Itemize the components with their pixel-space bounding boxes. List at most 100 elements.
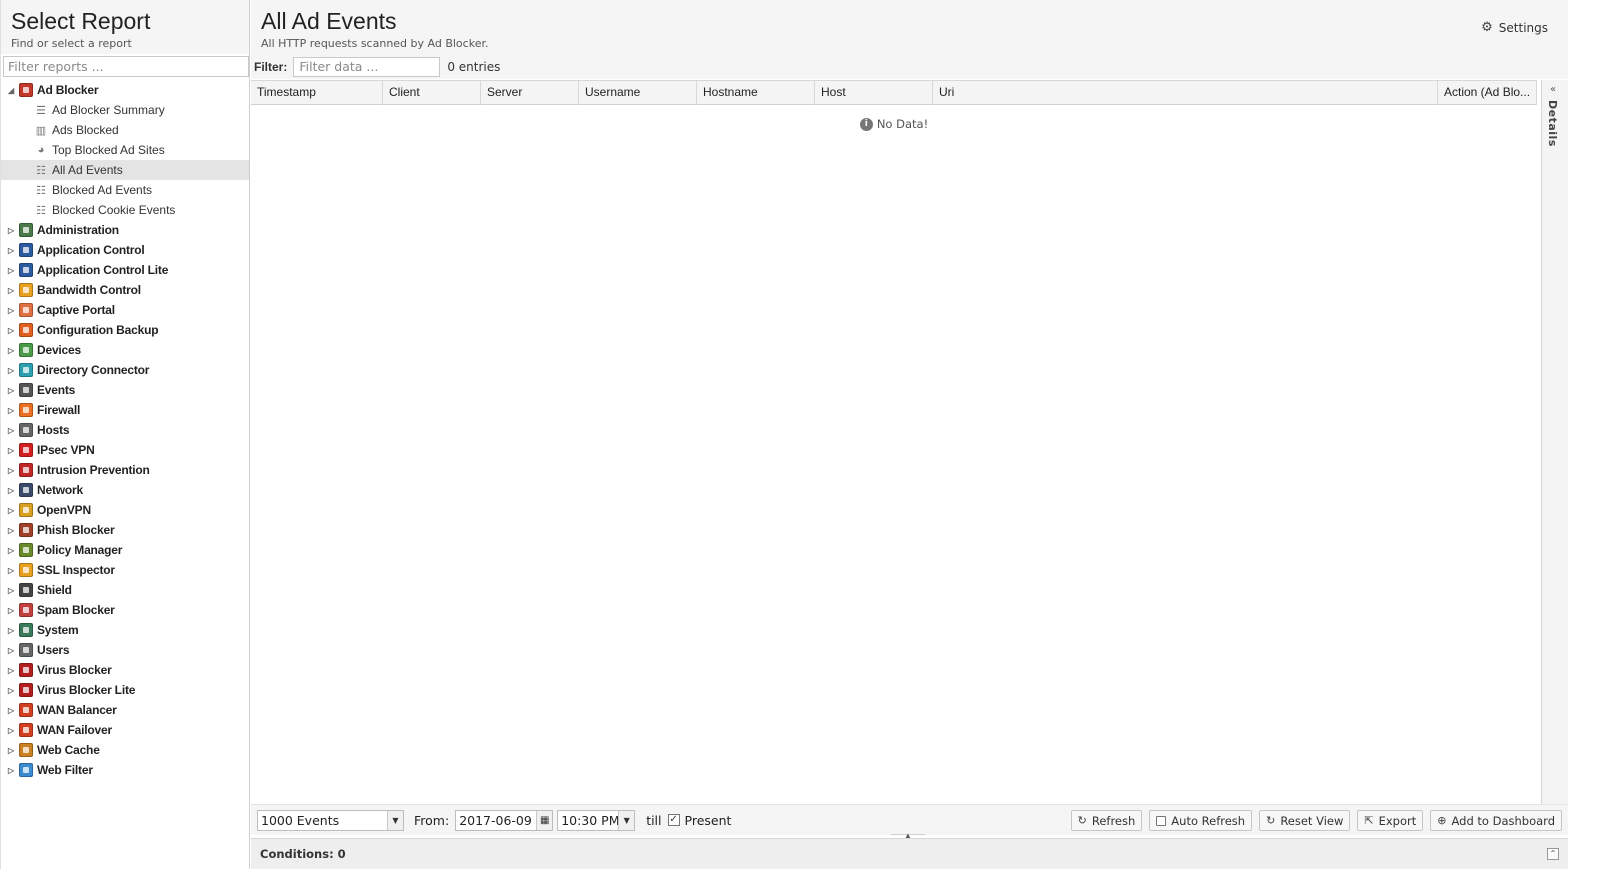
column-header[interactable]: Server [481, 81, 579, 105]
export-button[interactable]: ⇱ Export [1357, 810, 1424, 831]
expand-arrow-icon[interactable]: ▷ [7, 566, 15, 575]
tree-category[interactable]: ▷ Web Cache [1, 740, 249, 760]
expand-arrow-icon[interactable]: ▷ [7, 426, 15, 435]
expand-arrow-icon[interactable]: ▷ [7, 626, 15, 635]
expand-arrow-icon[interactable]: ▷ [7, 666, 15, 675]
window-margin-bottom [0, 869, 1599, 886]
expand-arrow-icon[interactable]: ▷ [7, 326, 15, 335]
expand-arrow-icon[interactable]: ▷ [7, 446, 15, 455]
data-filter-input[interactable] [293, 56, 441, 77]
expand-arrow-icon[interactable]: ▷ [7, 646, 15, 655]
tree-category[interactable]: ▷ Configuration Backup [1, 320, 249, 340]
tree-category[interactable]: ◢ Ad Blocker [1, 80, 249, 100]
tree-category[interactable]: ▷ Firewall [1, 400, 249, 420]
expand-arrow-icon[interactable]: ▷ [7, 306, 15, 315]
chevron-down-icon[interactable]: ▼ [387, 810, 403, 830]
expand-arrow-icon[interactable]: ▷ [7, 246, 15, 255]
tree-category[interactable]: ▷ Directory Connector [1, 360, 249, 380]
refresh-button[interactable]: ↻ Refresh [1070, 810, 1143, 831]
tree-category[interactable]: ▷ IPsec VPN [1, 440, 249, 460]
list-icon: ☷ [36, 184, 46, 197]
settings-button[interactable]: ⚙ Settings [1481, 20, 1548, 35]
report-item[interactable]: ☷ All Ad Events [1, 160, 249, 180]
report-item[interactable]: ▥ Ads Blocked [1, 120, 249, 140]
expand-arrow-icon[interactable]: ▷ [7, 466, 15, 475]
auto-refresh-button[interactable]: Auto Refresh [1149, 810, 1253, 831]
expand-arrow-icon[interactable]: ▷ [7, 366, 15, 375]
tree-category-label: Events [37, 383, 76, 397]
add-to-dashboard-button[interactable]: ⊕ Add to Dashboard [1430, 810, 1562, 831]
events-limit-select[interactable]: 1000 Events ▼ [257, 809, 404, 831]
reset-view-label: Reset View [1280, 813, 1344, 828]
expand-arrow-icon[interactable]: ▷ [7, 766, 15, 775]
tree-category[interactable]: ▷ Events [1, 380, 249, 400]
column-header[interactable]: Uri [933, 81, 1438, 105]
expand-arrow-icon[interactable]: ▷ [7, 526, 15, 535]
report-item[interactable]: ☷ Blocked Ad Events [1, 180, 249, 200]
report-item[interactable]: ☰ Ad Blocker Summary [1, 100, 249, 120]
report-item[interactable]: ☷ Blocked Cookie Events [1, 200, 249, 220]
tree-category[interactable]: ▷ Application Control Lite [1, 260, 249, 280]
tree-category[interactable]: ▷ Spam Blocker [1, 600, 249, 620]
tree-category[interactable]: ▷ Hosts [1, 420, 249, 440]
expand-arrow-icon[interactable]: ▷ [7, 606, 15, 615]
expand-arrow-icon[interactable]: ▷ [7, 226, 15, 235]
start-time-select[interactable]: 10:30 PM ▼ [557, 809, 636, 831]
tree-category[interactable]: ▷ Captive Portal [1, 300, 249, 320]
tree-category[interactable]: ▷ Devices [1, 340, 249, 360]
expand-arrow-icon[interactable]: ▷ [7, 546, 15, 555]
expand-arrow-icon[interactable]: ▷ [7, 286, 15, 295]
tree-category[interactable]: ▷ Phish Blocker [1, 520, 249, 540]
column-header[interactable]: Host [815, 81, 933, 105]
collapse-left-icon[interactable]: « [1550, 84, 1556, 95]
expand-arrow-icon[interactable]: ▷ [7, 726, 15, 735]
tree-category[interactable]: ▷ System [1, 620, 249, 640]
expand-arrow-icon[interactable]: ▷ [7, 706, 15, 715]
tree-category[interactable]: ▷ Shield [1, 580, 249, 600]
column-header[interactable]: Username [579, 81, 697, 105]
tree-category-label: Phish Blocker [37, 523, 115, 537]
tree-category[interactable]: ▷ Network [1, 480, 249, 500]
tree-category-label: Captive Portal [37, 303, 115, 317]
chevron-down-icon[interactable]: ▼ [618, 810, 635, 830]
calendar-icon[interactable]: ▦ [536, 810, 553, 830]
reset-view-button[interactable]: ↻ Reset View [1259, 810, 1351, 831]
expand-arrow-icon[interactable]: ▷ [7, 686, 15, 695]
expand-arrow-icon[interactable]: ▷ [7, 746, 15, 755]
expand-arrow-icon[interactable]: ▷ [7, 406, 15, 415]
tree-category[interactable]: ▷ Bandwidth Control [1, 280, 249, 300]
tree-category[interactable]: ▷ Intrusion Prevention [1, 460, 249, 480]
expand-arrow-icon[interactable]: ▷ [7, 386, 15, 395]
tree-category[interactable]: ▷ Virus Blocker Lite [1, 680, 249, 700]
from-label: From: [414, 812, 450, 828]
tree-category[interactable]: ▷ WAN Balancer [1, 700, 249, 720]
tree-category[interactable]: ▷ Application Control [1, 240, 249, 260]
app-icon [19, 283, 33, 297]
details-side-panel[interactable]: « Details [1541, 80, 1568, 804]
expand-up-icon[interactable]: ⌃ [1547, 848, 1559, 860]
tree-category-label: Spam Blocker [37, 603, 115, 617]
column-header[interactable]: Action (Ad Blo... [1438, 81, 1537, 105]
expand-arrow-icon[interactable]: ▷ [7, 486, 15, 495]
tree-category[interactable]: ▷ SSL Inspector [1, 560, 249, 580]
present-checkbox[interactable]: ✓ [667, 814, 680, 826]
collapse-arrow-icon[interactable]: ◢ [7, 86, 15, 95]
tree-category[interactable]: ▷ OpenVPN [1, 500, 249, 520]
report-item[interactable]: ◕ Top Blocked Ad Sites [1, 140, 249, 160]
report-filter-input[interactable] [3, 56, 249, 77]
tree-category[interactable]: ▷ Web Filter [1, 760, 249, 780]
expand-arrow-icon[interactable]: ▷ [7, 506, 15, 515]
expand-arrow-icon[interactable]: ▷ [7, 266, 15, 275]
column-header[interactable]: Timestamp [251, 81, 383, 105]
expand-arrow-icon[interactable]: ▷ [7, 346, 15, 355]
tree-category[interactable]: ▷ Virus Blocker [1, 660, 249, 680]
expand-arrow-icon[interactable]: ▷ [7, 586, 15, 595]
tree-category[interactable]: ▷ WAN Failover [1, 720, 249, 740]
start-date-field[interactable]: 2017-06-09 ▦ [455, 809, 554, 831]
tree-category[interactable]: ▷ Users [1, 640, 249, 660]
tree-category[interactable]: ▷ Policy Manager [1, 540, 249, 560]
conditions-bar[interactable]: Conditions: 0 ⌃ [251, 838, 1568, 869]
column-header[interactable]: Client [383, 81, 481, 105]
tree-category[interactable]: ▷ Administration [1, 220, 249, 240]
column-header[interactable]: Hostname [697, 81, 815, 105]
